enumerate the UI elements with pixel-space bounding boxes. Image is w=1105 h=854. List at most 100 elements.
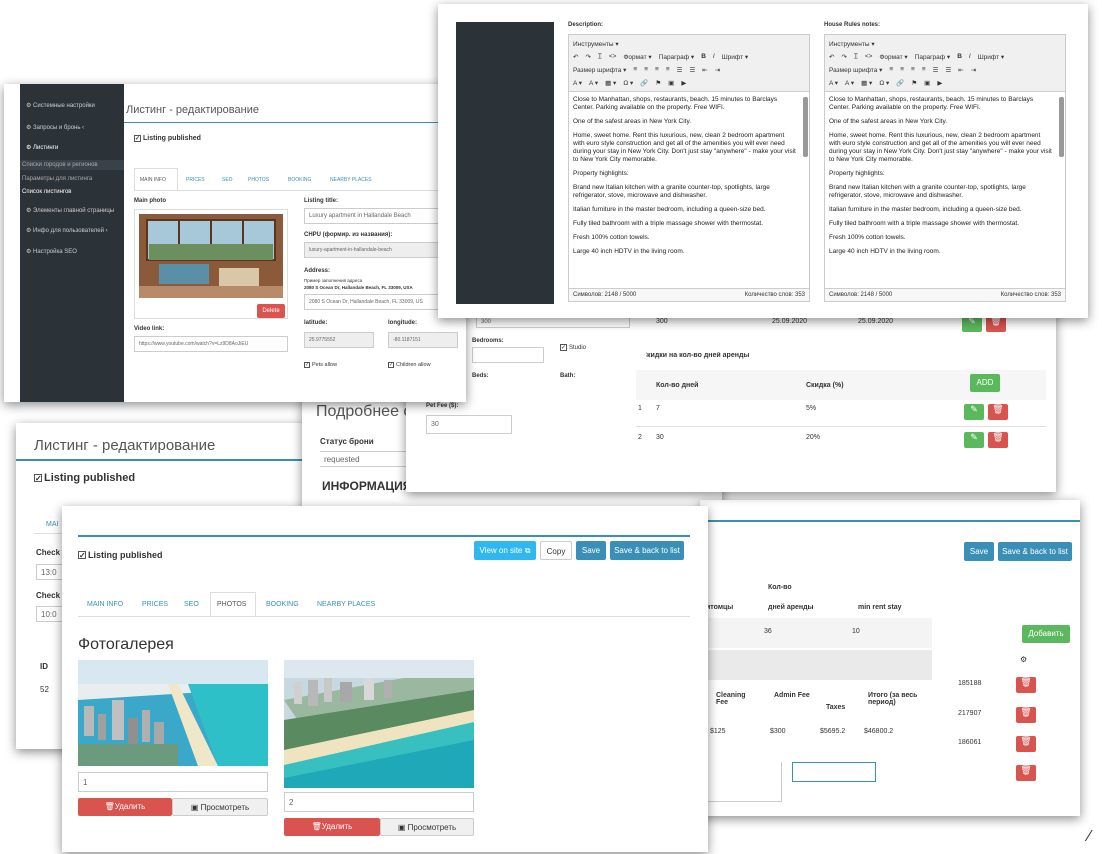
sidebar-item-home[interactable]: ⚙ Элементы главной страницы <box>26 207 114 214</box>
table-icon[interactable]: ▦ ▾ <box>861 79 872 87</box>
special-char-icon[interactable]: Ω ▾ <box>879 79 889 87</box>
number-list-icon[interactable]: ☰ <box>945 66 951 74</box>
tab-prices[interactable]: PRICES <box>186 177 205 183</box>
text-color-icon[interactable]: A ▾ <box>829 79 838 87</box>
outdent-icon[interactable]: ⇤ <box>958 66 963 74</box>
indent-icon[interactable]: ⇥ <box>715 66 720 74</box>
clear-format-icon[interactable]: T̲ <box>598 53 602 60</box>
sidebar-subitem-list[interactable]: Список листингов <box>20 187 73 197</box>
link-icon[interactable]: 🔗 <box>640 79 648 87</box>
save-button[interactable]: Save <box>964 542 994 561</box>
copy-button[interactable]: Copy <box>540 541 572 560</box>
align-right-icon[interactable]: ≡ <box>655 66 659 73</box>
justify-icon[interactable]: ≡ <box>666 66 670 73</box>
format-menu[interactable]: Формат ▾ <box>623 53 651 61</box>
tab-prices[interactable]: PRICES <box>142 601 168 608</box>
photo-2-order-input[interactable]: 2 <box>284 792 474 812</box>
save-back-button[interactable]: Save & back to list <box>610 541 684 560</box>
tab-nearby[interactable]: NEARBY PLACES <box>317 601 375 608</box>
delete-icon[interactable]: 🗑 <box>1016 677 1036 693</box>
tools-menu[interactable]: Инструменты ▾ <box>573 40 619 48</box>
special-char-icon[interactable]: Ω ▾ <box>623 79 633 87</box>
delete-photo-1-button[interactable]: 🗑Удалить <box>78 798 172 816</box>
justify-icon[interactable]: ≡ <box>922 66 926 73</box>
paragraph-menu[interactable]: Параграф ▾ <box>915 53 951 61</box>
delete-icon[interactable]: 🗑 <box>1016 736 1036 752</box>
listing-published-checkbox[interactable]: ✓ Listing published <box>34 472 135 484</box>
delete-icon[interactable]: 🗑 <box>988 432 1008 448</box>
view-photo-2-button[interactable]: ▣ Просмотреть <box>380 818 474 836</box>
undo-icon[interactable]: ↶ <box>573 53 578 61</box>
delete-icon[interactable]: 🗑 <box>1016 765 1036 781</box>
align-left-icon[interactable]: ≡ <box>633 66 637 73</box>
view-photo-1-button[interactable]: ▣ Просмотреть <box>172 798 268 816</box>
listing-published-checkbox[interactable]: ✓ Listing published <box>78 550 163 560</box>
bold-icon[interactable]: B <box>957 53 962 60</box>
align-left-icon[interactable]: ≡ <box>889 66 893 73</box>
media-icon[interactable]: ▶ <box>937 79 942 87</box>
view-on-site-button[interactable]: View on site ⧉ <box>474 541 536 560</box>
description-editor[interactable]: Инструменты ▾ ↶ ↷ T̲ <> Формат ▾ Параграф ▾ B I… <box>568 34 810 302</box>
redo-icon[interactable]: ↷ <box>841 53 846 61</box>
delete-icon[interactable]: 🗑 <box>986 316 1006 332</box>
edit-icon[interactable]: ✎ <box>962 316 982 332</box>
tab-seo[interactable]: SEO <box>222 177 233 183</box>
edit-icon[interactable]: ✎ <box>964 404 984 420</box>
image-icon[interactable]: ▣ <box>668 79 674 87</box>
children-checkbox[interactable]: ✓ Children allow <box>388 362 431 368</box>
bg-color-icon[interactable]: A ▾ <box>589 79 598 87</box>
delete-photo-button[interactable]: Delete <box>257 304 285 318</box>
sidebar-item-info[interactable]: ⚙ Инфо для пользователей ‹ <box>26 227 108 234</box>
table-icon[interactable]: ▦ ▾ <box>605 79 616 87</box>
link-icon[interactable]: 🔗 <box>896 79 904 87</box>
sidebar-item-system[interactable]: ⚙ Системные настройки <box>26 102 95 109</box>
media-icon[interactable]: ▶ <box>681 79 686 87</box>
tab-nearby[interactable]: NEARBY PLACES <box>330 177 372 183</box>
tab-booking[interactable]: BOOKING <box>288 177 311 183</box>
title-input[interactable]: Luxury apartment in Hallandale Beach <box>304 208 444 224</box>
font-menu[interactable]: Шрифт ▾ <box>978 53 1004 61</box>
sidebar-subitem-params[interactable]: Параметры для листинга <box>20 174 94 184</box>
bookmark-icon[interactable]: ⚑ <box>655 79 661 87</box>
undo-icon[interactable]: ↶ <box>829 53 834 61</box>
code-icon[interactable]: <> <box>609 53 617 60</box>
delete-icon[interactable]: 🗑 <box>1016 707 1036 723</box>
sidebar-subitem-cities[interactable]: Списки городов и регионов <box>20 160 124 170</box>
rules-editor[interactable]: Инструменты ▾ ↶ ↷ T̲ <> Формат ▾ Параграф ▾ B I… <box>824 34 1066 302</box>
tab-booking[interactable]: BOOKING <box>266 601 299 608</box>
chpu-input[interactable]: luxury-apartment-in-hallandale-beach <box>304 242 444 258</box>
bg-color-icon[interactable]: A ▾ <box>845 79 854 87</box>
save-back-button[interactable]: Save & back to list <box>998 542 1072 561</box>
address-input[interactable]: 2080 S Ocean Dr, Hallandale Beach, FL 33… <box>304 294 444 310</box>
bold-icon[interactable]: B <box>701 53 706 60</box>
align-center-icon[interactable]: ≡ <box>900 66 904 73</box>
format-menu[interactable]: Формат ▾ <box>879 53 907 61</box>
italic-icon[interactable]: I <box>969 53 971 60</box>
delete-icon[interactable]: 🗑 <box>988 404 1008 420</box>
status-input[interactable]: requested <box>320 451 420 467</box>
video-link-input[interactable]: https://www.youtube.com/watch?v=Lz9D8AoJ… <box>134 336 288 352</box>
listing-published-checkbox[interactable]: ✓ Listing published <box>134 135 201 142</box>
bookmark-icon[interactable]: ⚑ <box>911 79 917 87</box>
number-list-icon[interactable]: ☰ <box>689 66 695 74</box>
photo-1-order-input[interactable]: 1 <box>78 772 268 792</box>
select-box[interactable] <box>792 762 876 782</box>
clear-format-icon[interactable]: T̲ <box>854 53 858 60</box>
align-center-icon[interactable]: ≡ <box>644 66 648 73</box>
pets-checkbox[interactable]: ✓ Pets allow <box>304 362 337 368</box>
add-discount-button[interactable]: ADD <box>970 374 1000 392</box>
sidebar-item-requests[interactable]: ⚙ Запросы и бронь ‹ <box>26 124 84 131</box>
outdent-icon[interactable]: ⇤ <box>702 66 707 74</box>
bedrooms-input[interactable] <box>472 347 544 363</box>
paragraph-menu[interactable]: Параграф ▾ <box>659 53 695 61</box>
add-button[interactable]: Добавить <box>1022 625 1070 643</box>
image-icon[interactable]: ▣ <box>924 79 930 87</box>
pet-fee-input[interactable]: 30 <box>426 415 512 434</box>
tab-main-info[interactable]: MAI <box>46 521 58 528</box>
tab-main-info[interactable]: MAIN INFO <box>87 601 123 608</box>
delete-photo-2-button[interactable]: 🗑Удалить <box>284 818 380 836</box>
tab-main-info[interactable]: MAIN INFO <box>140 177 166 183</box>
code-icon[interactable]: <> <box>865 53 873 60</box>
tab-seo[interactable]: SEO <box>184 601 199 608</box>
indent-icon[interactable]: ⇥ <box>971 66 976 74</box>
